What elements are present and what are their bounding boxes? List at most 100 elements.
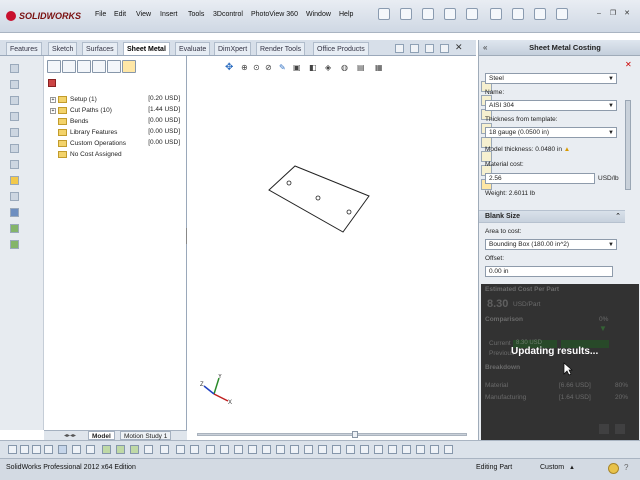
toolbar-icon[interactable] — [10, 240, 19, 249]
zoom-to-fit-icon[interactable]: ✥ — [225, 62, 233, 73]
menu-help[interactable]: Help — [339, 11, 353, 18]
material-cost-input[interactable]: 2.56 — [485, 173, 595, 184]
tab-features[interactable]: Features — [6, 42, 42, 55]
menu-3dcontrol[interactable]: 3Dcontrol — [213, 11, 243, 18]
area-select[interactable]: Bounding Box (180.00 in^2) ▼ — [485, 239, 617, 250]
toolbar-icon[interactable] — [32, 445, 41, 454]
menu-photoview[interactable]: PhotoView 360 — [251, 11, 298, 18]
options-icon[interactable] — [556, 8, 568, 20]
toolbar-icon[interactable] — [416, 445, 425, 454]
property-manager-tab-icon[interactable] — [62, 60, 76, 73]
tree-item-custom-operations[interactable]: Custom Operations — [50, 138, 126, 149]
menu-insert[interactable]: Insert — [160, 11, 178, 18]
save-icon[interactable] — [422, 8, 434, 20]
apply-scene-icon[interactable]: ▤ — [357, 63, 365, 72]
display-manager-tab-icon[interactable] — [107, 60, 121, 73]
toolbar-icon[interactable] — [72, 445, 81, 454]
toolbar-icon[interactable] — [206, 445, 215, 454]
toolbar-icon[interactable] — [8, 445, 17, 454]
graphics-area[interactable]: ✥ ⊕ ⊙ ⊘ ✎ ▣ ◧ ◈ ◍ ▤ ▦ Y X Z — [187, 56, 477, 430]
toolbar-icon[interactable] — [388, 445, 397, 454]
toolbar-icon[interactable] — [20, 445, 29, 454]
help-icon[interactable]: ? — [624, 463, 628, 472]
toolbar-icon[interactable] — [248, 445, 257, 454]
offset-input[interactable]: 0.00 in — [485, 266, 613, 277]
toolbar-icon[interactable] — [220, 445, 229, 454]
undo-icon[interactable] — [466, 8, 478, 20]
save-icon[interactable] — [10, 208, 19, 217]
view-settings-icon[interactable]: ▦ — [375, 63, 383, 72]
close-icon[interactable]: ✕ — [622, 9, 632, 19]
close-pane-icon[interactable]: ✕ — [625, 60, 632, 69]
toolbar-icon[interactable] — [304, 445, 313, 454]
tile-icon[interactable] — [395, 44, 404, 53]
menu-tools[interactable]: Tools — [188, 11, 204, 18]
tree-item-setup[interactable]: + Setup (1) — [50, 94, 97, 105]
menu-edit[interactable]: Edit — [114, 11, 126, 18]
costing-tab-icon[interactable] — [122, 60, 136, 73]
toolbar-icon[interactable] — [374, 445, 383, 454]
units-text[interactable]: Custom — [540, 464, 564, 471]
toolbar-icon[interactable] — [262, 445, 271, 454]
zoom-area-icon[interactable]: ⊕ — [241, 63, 248, 72]
view-orientation-icon[interactable]: ▣ — [293, 63, 301, 72]
solidworks-logo[interactable]: SOLIDWORKS — [6, 9, 88, 23]
restore-icon[interactable]: ❐ — [608, 9, 618, 19]
toolbar-icon[interactable] — [102, 445, 111, 454]
window-restore-icon[interactable] — [440, 44, 449, 53]
settings-icon[interactable] — [615, 424, 625, 434]
toolbar-icon[interactable] — [430, 445, 439, 454]
tree-item-cut-paths[interactable]: + Cut Paths (10) — [50, 105, 112, 116]
previous-view-icon[interactable]: ⊙ — [253, 63, 260, 72]
toolbar-icon[interactable] — [144, 445, 153, 454]
tree-item-library-features[interactable]: Library Features — [50, 127, 117, 138]
toolbar-icon[interactable] — [130, 445, 139, 454]
tab-scroll-arrows-icon[interactable]: ◂▸◂▸ — [64, 432, 76, 439]
toolbar-icon[interactable] — [10, 224, 19, 233]
tile-horizontal-icon[interactable] — [410, 44, 419, 53]
costing-root-icon[interactable] — [48, 79, 56, 87]
toolbar-icon[interactable] — [276, 445, 285, 454]
collapse-section-icon[interactable]: ⌃ — [615, 211, 621, 223]
hide-show-items-icon[interactable]: ◈ — [325, 63, 331, 72]
toolbar-icon[interactable] — [10, 64, 19, 73]
toolbar-icon[interactable] — [318, 445, 327, 454]
print-icon[interactable] — [444, 8, 456, 20]
material-class-select[interactable]: Steel ▼ — [485, 73, 617, 84]
tab-office-products[interactable]: Office Products — [313, 42, 369, 55]
tab-dimxpert[interactable]: DimXpert — [214, 42, 252, 55]
toolbar-icon[interactable] — [10, 80, 19, 89]
toolbar-icon[interactable] — [290, 445, 299, 454]
tab-sheet-metal[interactable]: Sheet Metal — [123, 42, 170, 55]
tree-item-no-cost-assigned[interactable]: No Cost Assigned — [50, 149, 122, 160]
menu-file[interactable]: File — [95, 11, 106, 18]
toolbar-icon[interactable] — [10, 160, 19, 169]
toolbar-icon[interactable] — [176, 445, 185, 454]
tab-evaluate[interactable]: Evaluate — [175, 42, 211, 55]
tab-sketch[interactable]: Sketch — [48, 42, 78, 55]
toolbar-icon[interactable] — [10, 96, 19, 105]
minimize-icon[interactable]: – — [594, 9, 604, 19]
collapse-pane-icon[interactable]: « — [483, 43, 487, 52]
display-style-icon[interactable]: ◧ — [309, 63, 317, 72]
toolbar-icon[interactable] — [86, 445, 95, 454]
file-properties-icon[interactable] — [534, 8, 546, 20]
toolbar-icon[interactable] — [402, 445, 411, 454]
toolbar-icon[interactable] — [346, 445, 355, 454]
menu-window[interactable]: Window — [306, 11, 331, 18]
feature-tree-tab-icon[interactable] — [47, 60, 61, 73]
scrollbar-track[interactable] — [197, 433, 467, 436]
pane-scrollbar[interactable] — [625, 100, 631, 190]
edit-appearance-icon[interactable]: ◍ — [341, 63, 348, 72]
tab-motion-study[interactable]: Motion Study 1 — [120, 431, 172, 440]
toolbar-icon[interactable] — [10, 128, 19, 137]
units-menu-icon[interactable]: ▲ — [569, 465, 575, 471]
toolbar-icon[interactable] — [10, 192, 19, 201]
dimxpert-tab-icon[interactable] — [92, 60, 106, 73]
report-icon[interactable] — [599, 424, 609, 434]
material-name-select[interactable]: AISI 304 ▼ — [485, 100, 617, 111]
select-icon[interactable] — [58, 445, 67, 454]
configuration-manager-tab-icon[interactable] — [77, 60, 91, 73]
scrollbar-thumb[interactable] — [352, 431, 358, 438]
toolbar-icon[interactable] — [190, 445, 199, 454]
